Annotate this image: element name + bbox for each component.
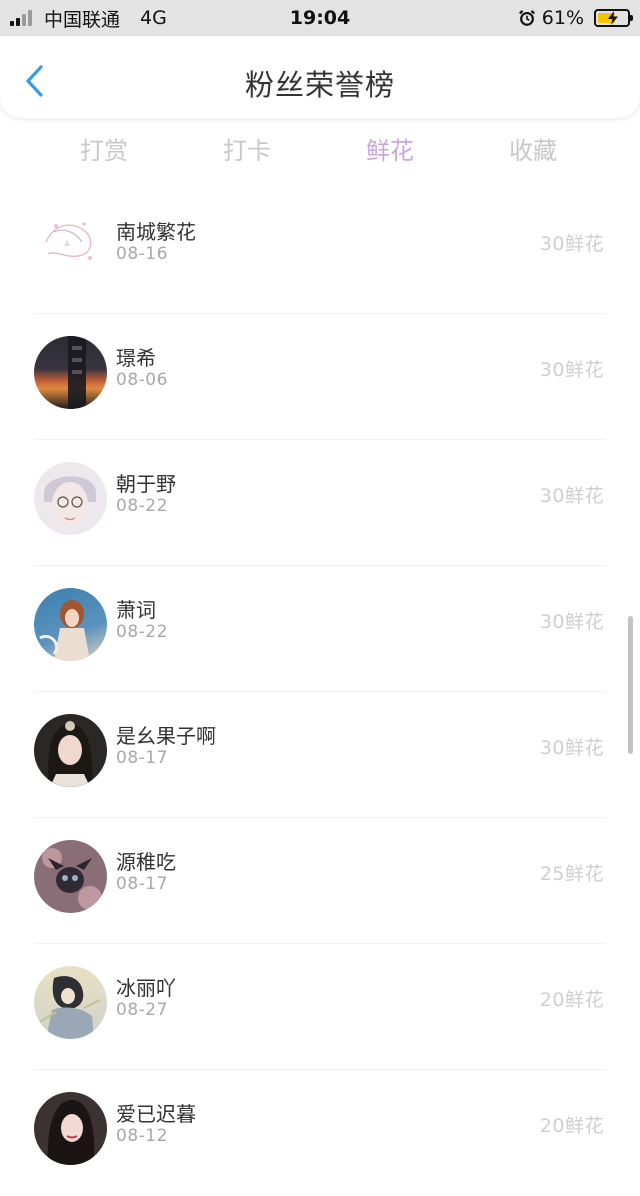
fan-date: 08-12 [116,1126,168,1146]
fan-amount: 20鲜花 [539,1115,604,1137]
nav-header: 粉丝荣誉榜 [0,36,640,118]
status-left: 中国联通 4G [10,0,167,36]
tab-flowers[interactable]: 鲜花 [330,128,450,174]
fan-name: 璟希 [116,346,156,370]
fan-date: 08-06 [116,370,168,390]
avatar [34,1092,107,1165]
list-item[interactable]: 冰丽吖 08-27 20鲜花 [0,944,640,1070]
fan-amount: 30鲜花 [539,737,604,759]
list-item[interactable]: 是幺果子啊 08-17 30鲜花 [0,692,640,818]
fan-amount: 20鲜花 [539,989,604,1011]
list-item[interactable]: 朝于野 08-22 30鲜花 [0,440,640,566]
tab-bar: 打赏 打卡 鲜花 收藏 [0,128,640,174]
avatar [34,840,107,913]
fan-name: 朝于野 [116,472,176,496]
fan-amount: 30鲜花 [539,233,604,255]
avatar [34,714,107,787]
signal-icon [10,10,32,26]
list-item[interactable]: 萧词 08-22 30鲜花 [0,566,640,692]
avatar [34,588,107,661]
list-item[interactable]: 爱已迟暮 08-12 20鲜花 [0,1070,640,1196]
status-right: 61% [518,0,633,36]
battery-percent: 61% [541,7,584,29]
status-bar: 中国联通 4G 19:04 61% [0,0,640,36]
alarm-icon [518,10,535,26]
avatar [34,202,107,275]
fan-name: 冰丽吖 [116,976,176,1000]
fan-name: 是幺果子啊 [116,724,216,748]
fan-name: 源稚吃 [116,850,176,874]
avatar [34,336,107,409]
fan-name: 爱已迟暮 [116,1102,196,1126]
tab-checkin[interactable]: 打卡 [187,128,307,174]
avatar [34,462,107,535]
fan-amount: 30鲜花 [539,359,604,381]
scrollbar[interactable] [628,616,633,754]
fan-date: 08-17 [116,874,168,894]
network-label: 4G [140,7,167,29]
fan-amount: 30鲜花 [539,611,604,633]
carrier-label: 中国联通 [44,8,121,31]
fan-date: 08-16 [116,244,168,264]
list-item[interactable]: 源稚吃 08-17 25鲜花 [0,818,640,944]
list-item[interactable]: 南城繁花 08-16 30鲜花 [0,188,640,314]
battery-charging-icon [594,9,633,27]
fan-amount: 25鲜花 [539,863,604,885]
fan-name: 南城繁花 [116,220,196,244]
fan-date: 08-17 [116,748,168,768]
fan-date: 08-22 [116,622,168,642]
tab-favorites[interactable]: 收藏 [473,128,593,174]
page-title: 粉丝荣誉榜 [244,68,395,102]
list-item[interactable]: 璟希 08-06 30鲜花 [0,314,640,440]
tab-reward[interactable]: 打赏 [44,128,164,174]
fan-date: 08-27 [116,1000,168,1020]
fan-date: 08-22 [116,496,168,516]
fan-amount: 30鲜花 [539,485,604,507]
fan-name: 萧词 [116,598,156,622]
chevron-left-icon[interactable] [22,64,48,98]
avatar [34,966,107,1039]
